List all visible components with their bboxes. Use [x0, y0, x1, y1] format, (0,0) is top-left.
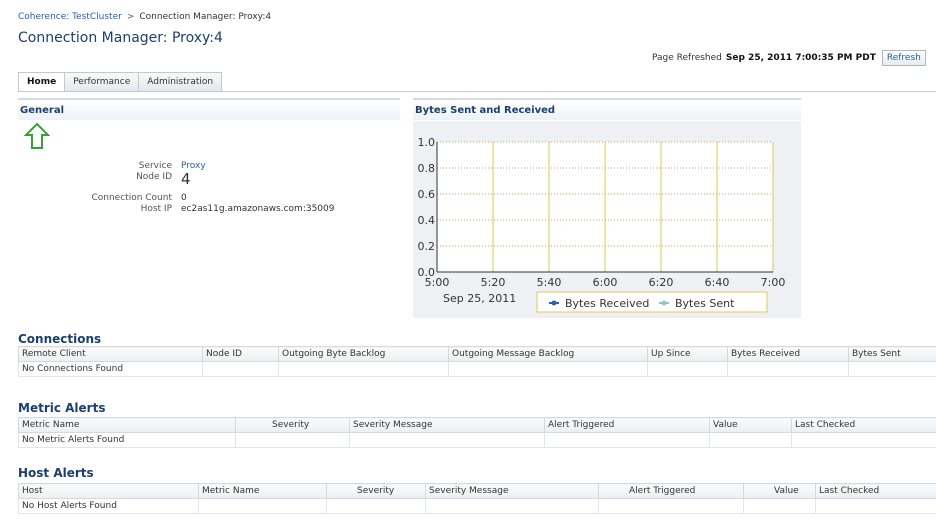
tab-home[interactable]: Home	[18, 72, 66, 91]
table-header-row: Host Metric Name Severity Severity Messa…	[18, 483, 936, 499]
table-cell	[448, 361, 648, 377]
table-cell	[743, 498, 816, 514]
connections-table: Remote Client Node ID Outgoing Byte Back…	[18, 346, 936, 377]
table-cell	[235, 432, 350, 448]
table-cell	[278, 361, 449, 377]
host-alerts-title: Host Alerts	[18, 466, 94, 480]
table-cell	[198, 498, 327, 514]
general-header: General	[18, 98, 400, 120]
table-cell	[848, 361, 936, 377]
tab-administration[interactable]: Administration	[138, 72, 223, 91]
table-cell	[727, 361, 849, 377]
x-tick-label: 7:00	[761, 276, 786, 289]
column-header[interactable]: Severity Message	[425, 483, 599, 499]
tab-divider	[18, 91, 936, 92]
table-cell	[709, 432, 792, 448]
legend-entry: Bytes Received	[565, 297, 649, 310]
x-tick-label: 6:40	[705, 276, 730, 289]
empty-message: No Host Alerts Found	[18, 498, 199, 514]
column-header[interactable]: Metric Name	[18, 417, 236, 433]
column-header[interactable]: Metric Name	[198, 483, 327, 499]
column-header[interactable]: Bytes Sent	[848, 346, 936, 362]
column-header[interactable]: Last Checked	[815, 483, 936, 499]
empty-message: No Metric Alerts Found	[18, 432, 236, 448]
up-arrow-icon	[24, 122, 50, 149]
page-refreshed-timestamp: Sep 25, 2011 7:00:35 PM PDT	[725, 53, 876, 63]
node-id-value: 4	[181, 170, 191, 188]
breadcrumb-separator: >	[126, 12, 135, 22]
y-tick-label: 0.2	[418, 240, 436, 253]
empty-message: No Connections Found	[18, 361, 203, 377]
table-cell	[791, 432, 936, 448]
bytes-chart: 0.00.20.40.60.81.0 5:00 5:20 5:40 6:00 6:20 6…	[418, 136, 786, 313]
x-date-label: Sep 25, 2011	[443, 292, 516, 305]
x-tick-label: 6:20	[649, 276, 674, 289]
y-tick-label: 0.8	[418, 162, 436, 175]
table-cell	[349, 432, 545, 448]
legend-entry: Bytes Sent	[675, 297, 735, 310]
node-id-label: Node ID	[136, 172, 172, 182]
x-tick-label: 6:00	[593, 276, 618, 289]
column-header[interactable]: Alert Triggered	[598, 483, 744, 499]
table-row: No Connections Found	[18, 361, 936, 377]
breadcrumb: Coherence: TestCluster > Connection Manage…	[18, 12, 271, 22]
chart-header: Bytes Sent and Received	[413, 98, 801, 120]
table-cell	[598, 498, 744, 514]
host-ip-label: Host IP	[140, 204, 172, 214]
metric-alerts-title: Metric Alerts	[18, 401, 106, 415]
column-header[interactable]: Node ID	[202, 346, 279, 362]
column-header[interactable]: Value	[743, 483, 816, 499]
column-header[interactable]: Outgoing Byte Backlog	[278, 346, 449, 362]
x-tick-label: 5:40	[537, 276, 562, 289]
legend-marker-dot	[661, 300, 667, 306]
general-title: General	[20, 105, 64, 116]
table-cell	[326, 498, 426, 514]
refresh-bar: Page Refreshed Sep 25, 2011 7:00:35 PM PD…	[652, 50, 926, 66]
table-header-row: Remote Client Node ID Outgoing Byte Back…	[18, 346, 936, 362]
column-header[interactable]: Value	[709, 417, 792, 433]
table-row: No Host Alerts Found	[18, 498, 936, 514]
table-cell	[544, 432, 710, 448]
table-cell	[425, 498, 599, 514]
column-header[interactable]: Up Since	[647, 346, 728, 362]
column-header[interactable]: Remote Client	[18, 346, 203, 362]
breadcrumb-current: Connection Manager: Proxy:4	[139, 12, 272, 22]
table-cell	[815, 498, 936, 514]
y-tick-label: 0.6	[418, 188, 436, 201]
breadcrumb-parent-link[interactable]: Coherence: TestCluster	[18, 12, 122, 22]
column-header[interactable]: Severity Message	[349, 417, 545, 433]
page-title: Connection Manager: Proxy:4	[18, 30, 223, 46]
metric-alerts-table: Metric Name Severity Severity Message Al…	[18, 417, 936, 448]
refresh-button[interactable]: Refresh	[881, 50, 926, 66]
host-ip-value: ec2as11g.amazonaws.com:35009	[181, 204, 335, 214]
service-label: Service	[138, 161, 172, 171]
page-refreshed-label: Page Refreshed	[652, 53, 722, 63]
column-header[interactable]: Alert Triggered	[544, 417, 710, 433]
connections-title: Connections	[18, 332, 102, 346]
table-row: No Metric Alerts Found	[18, 432, 936, 448]
host-alerts-table: Host Metric Name Severity Severity Messa…	[18, 483, 936, 514]
chart-title: Bytes Sent and Received	[415, 105, 556, 116]
column-header[interactable]: Last Checked	[791, 417, 936, 433]
table-header-row: Metric Name Severity Severity Message Al…	[18, 417, 936, 433]
x-tick-label: 5:00	[425, 276, 450, 289]
y-tick-label: 0.4	[418, 214, 436, 227]
column-header[interactable]: Severity	[235, 417, 350, 433]
y-tick-label: 1.0	[418, 136, 436, 149]
tab-performance[interactable]: Performance	[64, 72, 140, 91]
table-cell	[202, 361, 279, 377]
column-header[interactable]: Severity	[326, 483, 426, 499]
tab-bar: Home Performance Administration	[18, 72, 223, 91]
column-header[interactable]: Outgoing Message Backlog	[448, 346, 648, 362]
connection-count-label: Connection Count	[91, 193, 172, 203]
column-header[interactable]: Bytes Received	[727, 346, 849, 362]
x-tick-label: 5:20	[481, 276, 506, 289]
connection-count-value: 0	[181, 193, 187, 203]
column-header[interactable]: Host	[18, 483, 199, 499]
legend-marker-dot	[551, 300, 557, 306]
table-cell	[647, 361, 728, 377]
